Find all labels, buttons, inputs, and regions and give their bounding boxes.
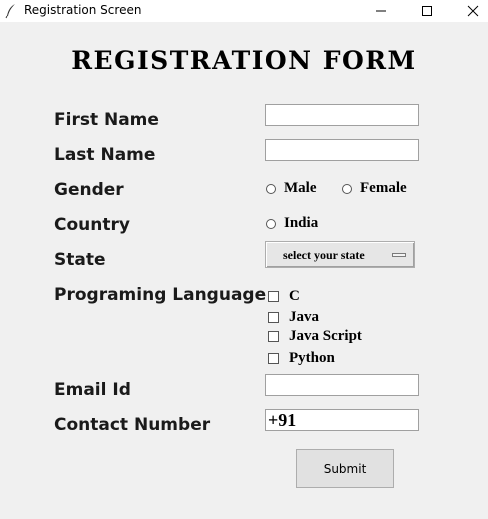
minimize-icon	[376, 10, 386, 12]
state-dropdown[interactable]: select your state	[265, 241, 415, 268]
form-title: REGISTRATION FORM	[71, 46, 417, 75]
email-label: Email Id	[54, 380, 131, 400]
window-titlebar: Registration Screen	[0, 0, 488, 22]
email-input[interactable]	[265, 374, 419, 396]
language-c-checkbox[interactable]: C	[268, 288, 300, 305]
radio-icon	[266, 218, 276, 229]
gender-label: Gender	[54, 180, 124, 200]
last-name-input[interactable]	[265, 139, 419, 161]
close-button[interactable]	[450, 0, 488, 22]
close-icon	[467, 5, 479, 17]
checkbox-icon	[268, 331, 279, 342]
dropdown-indicator-icon	[392, 253, 406, 257]
language-java-label: Java	[289, 309, 319, 325]
state-label: State	[54, 250, 106, 270]
checkbox-icon	[268, 353, 279, 364]
language-python-label: Python	[289, 350, 335, 366]
minimize-button[interactable]	[358, 0, 404, 22]
gender-male-radio[interactable]: Male	[266, 180, 316, 197]
maximize-icon	[422, 6, 432, 16]
gender-male-label: Male	[284, 180, 317, 196]
last-name-label: Last Name	[54, 145, 156, 165]
contact-number-label: Contact Number	[54, 415, 211, 435]
maximize-button[interactable]	[404, 0, 450, 22]
radio-icon	[266, 183, 276, 194]
contact-number-input[interactable]: +91	[265, 409, 419, 431]
first-name-input[interactable]	[265, 104, 419, 126]
country-india-label: India	[284, 215, 319, 231]
submit-button[interactable]: Submit	[296, 449, 394, 488]
feather-icon	[5, 4, 15, 19]
checkbox-icon	[268, 291, 279, 302]
country-label: Country	[54, 215, 130, 235]
country-india-radio[interactable]: India	[266, 215, 318, 232]
language-javascript-checkbox[interactable]: Java Script	[268, 328, 362, 345]
gender-female-label: Female	[360, 180, 407, 196]
first-name-label: First Name	[54, 110, 159, 130]
language-python-checkbox[interactable]: Python	[268, 350, 335, 367]
language-c-label: C	[289, 288, 300, 304]
language-java-checkbox[interactable]: Java	[268, 309, 319, 326]
language-javascript-label: Java Script	[289, 328, 362, 344]
window-title: Registration Screen	[24, 3, 142, 17]
gender-female-radio[interactable]: Female	[342, 180, 407, 197]
checkbox-icon	[268, 312, 279, 323]
radio-icon	[342, 183, 352, 194]
state-dropdown-value: select your state	[283, 248, 365, 262]
programming-language-label: Programing Language	[54, 285, 267, 305]
